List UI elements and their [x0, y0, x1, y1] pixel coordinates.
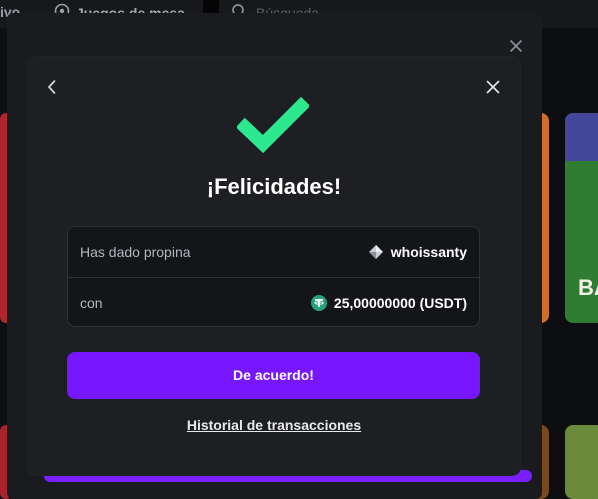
tip-recipient-row: Has dado propina whoissanty	[68, 227, 479, 277]
confirm-button[interactable]: De acuerdo!	[67, 352, 480, 399]
dialog-title: ¡Felicidades!	[206, 174, 342, 199]
checkmark-icon	[235, 96, 311, 155]
tip-amount-value: 25,00000000 (USDT)	[310, 294, 467, 311]
tip-recipient-value[interactable]: whoissanty	[368, 244, 467, 260]
vip-diamond-icon	[368, 244, 384, 260]
thumbnail-art	[565, 113, 598, 161]
close-button[interactable]	[484, 78, 502, 96]
tether-icon	[310, 294, 327, 311]
close-icon	[484, 80, 502, 100]
outer-close-icon[interactable]	[507, 37, 525, 55]
thumbnail-text: BA	[578, 275, 598, 300]
game-thumbnail[interactable]	[565, 425, 598, 499]
chevron-left-icon	[42, 80, 62, 101]
transaction-history-link[interactable]: Historial de transacciones	[0, 417, 548, 433]
tip-summary: Has dado propina whoissanty con 25,00000…	[67, 226, 480, 327]
recipient-username: whoissanty	[390, 244, 467, 260]
tip-recipient-label: Has dado propina	[80, 244, 191, 260]
tip-amount-label: con	[80, 294, 103, 311]
tip-amount: 25,00000000 (USDT)	[333, 294, 467, 311]
tip-amount-row: con 25,00000000 (USDT)	[68, 277, 479, 327]
game-thumbnail[interactable]: BA	[565, 113, 598, 323]
back-button[interactable]	[42, 77, 62, 97]
